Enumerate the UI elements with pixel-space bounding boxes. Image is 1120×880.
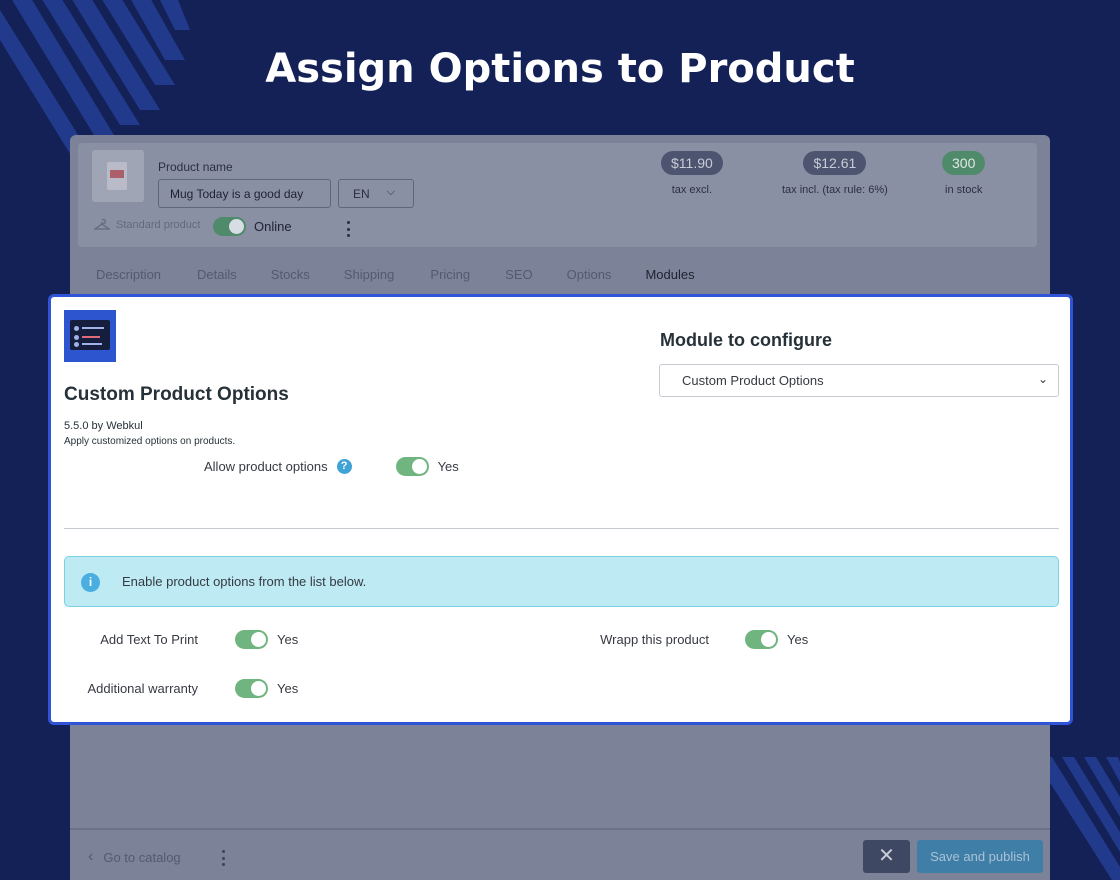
product-thumbnail[interactable] xyxy=(92,150,144,202)
price-tax-excl-label: tax excl. xyxy=(671,184,713,196)
option-row-add-text-to-print: Add Text To Print Yes xyxy=(64,630,298,649)
allow-product-options-value: Yes xyxy=(437,459,459,474)
allow-product-options-row: Allow product options ? Yes xyxy=(204,457,459,476)
chevron-left-icon: ‹ xyxy=(88,848,94,865)
option-toggle[interactable] xyxy=(745,630,778,649)
module-to-configure-select[interactable]: Custom Product Options ⌄ xyxy=(659,364,1059,397)
module-version: 5.5.0 by Webkul xyxy=(64,420,143,432)
price-tax-incl[interactable]: $12.61 tax incl. (tax rule: 6%) xyxy=(782,151,888,196)
tab-seo[interactable]: SEO xyxy=(505,267,532,282)
option-value: Yes xyxy=(787,632,809,647)
product-name-label: Product name xyxy=(158,160,233,174)
chevron-down-icon: ⌄ xyxy=(1037,372,1048,386)
product-name-input[interactable]: Mug Today is a good day xyxy=(158,179,331,208)
footer-more-icon[interactable] xyxy=(221,850,225,866)
hanger-icon xyxy=(94,219,110,230)
allow-product-options-toggle[interactable] xyxy=(395,457,429,476)
module-title: Custom Product Options xyxy=(64,384,289,405)
allow-product-options-label: Allow product options xyxy=(204,459,328,474)
footer-bar: ‹ Go to catalog ✕ Save and publish xyxy=(70,828,1050,880)
help-icon[interactable]: ? xyxy=(336,459,352,474)
module-to-configure-title: Module to configure xyxy=(660,330,832,350)
stock-quantity[interactable]: 300 in stock xyxy=(942,151,986,196)
price-tax-excl[interactable]: $11.90 tax excl. xyxy=(661,151,723,196)
info-alert-text: Enable product options from the list bel… xyxy=(122,574,367,589)
module-description: Apply customized options on products. xyxy=(64,436,236,447)
go-to-catalog-label: Go to catalog xyxy=(103,849,181,865)
module-logo-icon xyxy=(64,310,116,362)
go-to-catalog-link[interactable]: ‹ Go to catalog xyxy=(88,848,181,866)
price-tax-incl-value: $12.61 xyxy=(803,151,867,175)
product-type[interactable]: Standard product xyxy=(94,219,200,231)
language-select[interactable]: EN ⌵ xyxy=(338,179,414,208)
product-header: Product name Mug Today is a good day EN … xyxy=(78,143,1037,247)
tab-options[interactable]: Options xyxy=(567,267,612,282)
tab-shipping[interactable]: Shipping xyxy=(344,267,395,282)
option-row-wrapp-this-product: Wrapp this product Yes xyxy=(571,630,808,649)
module-config-panel: Custom Product Options 5.5.0 by Webkul A… xyxy=(48,294,1073,725)
tab-description[interactable]: Description xyxy=(96,267,161,282)
tab-pricing[interactable]: Pricing xyxy=(430,267,470,282)
option-value: Yes xyxy=(277,681,299,696)
option-label: Wrapp this product xyxy=(600,632,709,647)
price-tax-incl-label: tax incl. (tax rule: 6%) xyxy=(782,184,888,196)
option-value: Yes xyxy=(277,632,299,647)
more-actions-icon[interactable] xyxy=(346,221,350,237)
option-toggle[interactable] xyxy=(235,630,268,649)
online-toggle[interactable]: Online xyxy=(213,217,292,236)
stock-label: in stock xyxy=(945,184,983,196)
save-and-publish-button[interactable]: Save and publish xyxy=(917,840,1043,873)
option-row-additional-warranty: Additional warranty Yes xyxy=(64,679,298,698)
info-alert: i Enable product options from the list b… xyxy=(64,556,1059,607)
tab-modules[interactable]: Modules xyxy=(645,267,694,282)
option-toggle[interactable] xyxy=(235,679,268,698)
online-label: Online xyxy=(254,219,292,234)
tab-stocks[interactable]: Stocks xyxy=(271,267,310,282)
close-button[interactable]: ✕ xyxy=(863,840,910,873)
stock-value: 300 xyxy=(942,151,986,175)
chevron-down-icon: ⌵ xyxy=(386,186,395,198)
product-type-label: Standard product xyxy=(116,219,201,231)
price-tax-excl-value: $11.90 xyxy=(661,151,723,175)
info-icon: i xyxy=(81,573,100,592)
decorative-stripes-bottom-right xyxy=(1040,757,1120,880)
product-tabs: Description Details Stocks Shipping Pric… xyxy=(96,267,695,282)
tab-details[interactable]: Details xyxy=(197,267,237,282)
module-to-configure-value: Custom Product Options xyxy=(682,373,824,388)
section-divider xyxy=(64,528,1059,529)
language-value: EN xyxy=(353,187,370,201)
page-headline: Assign Options to Product xyxy=(265,46,855,92)
option-label: Add Text To Print xyxy=(100,632,198,647)
option-label: Additional warranty xyxy=(87,681,198,696)
online-switch[interactable] xyxy=(213,217,246,236)
